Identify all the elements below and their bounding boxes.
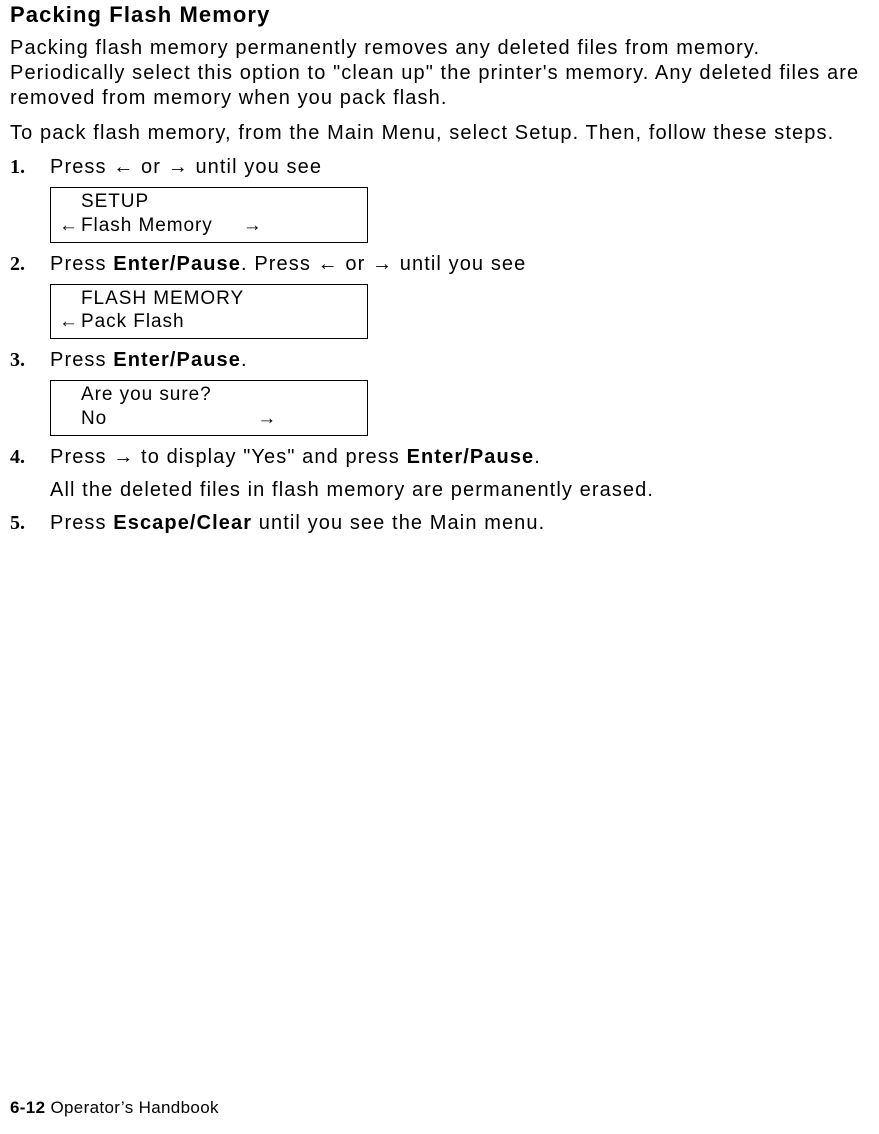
page: Packing Flash Memory Packing flash memor… xyxy=(0,2,879,1134)
left-arrow-icon: ← xyxy=(59,310,81,334)
intro-paragraph-1: Packing flash memory permanently removes… xyxy=(10,36,869,111)
right-arrow-icon: → xyxy=(113,446,134,468)
step-5-text-post: until you see the Main menu. xyxy=(252,512,545,534)
step-1-text-post: until you see xyxy=(189,156,322,178)
right-arrow-icon: → xyxy=(243,214,263,238)
lcd1-line2: Flash Memory xyxy=(81,214,213,238)
lcd-display-1: SETUP ← Flash Memory → xyxy=(50,187,368,243)
lcd2-line1: FLASH MEMORY xyxy=(81,287,244,311)
step-1-text-mid: or xyxy=(134,156,167,178)
lcd3-line2: No xyxy=(81,407,107,431)
page-footer: 6-12 Operator’s Handbook xyxy=(10,1098,219,1118)
right-arrow-icon: → xyxy=(168,156,189,178)
step-3: Press Enter/Pause. Are you sure? No → xyxy=(10,349,869,436)
enter-pause-key: Enter/Pause xyxy=(113,253,241,275)
lcd-display-3: Are you sure? No → xyxy=(50,380,368,436)
left-arrow-icon: ← xyxy=(59,214,81,238)
lcd1-line1: SETUP xyxy=(81,190,149,214)
section-title: Packing Flash Memory xyxy=(10,2,869,28)
page-number: 6-12 xyxy=(10,1098,45,1117)
step-5: Press Escape/Clear until you see the Mai… xyxy=(10,512,869,535)
intro-paragraph-2: To pack flash memory, from the Main Menu… xyxy=(10,121,869,146)
step-1: Press ← or → until you see SETUP ← Flash… xyxy=(10,156,869,243)
step-2-text-pre: Press xyxy=(50,253,113,275)
escape-clear-key: Escape/Clear xyxy=(113,512,252,534)
book-title: Operator’s Handbook xyxy=(45,1098,218,1117)
step-2-text-mid: or xyxy=(339,253,372,275)
left-arrow-icon: ← xyxy=(113,156,134,178)
lcd2-line2: Pack Flash xyxy=(81,310,184,334)
step-5-text-pre: Press xyxy=(50,512,113,534)
left-arrow-icon: ← xyxy=(318,253,339,275)
step-2-text-post: until you see xyxy=(393,253,526,275)
lcd-display-2: FLASH MEMORY ← Pack Flash xyxy=(50,284,368,340)
step-4-text-mid: to display "Yes" and press xyxy=(134,446,406,468)
lcd3-line1: Are you sure? xyxy=(81,383,212,407)
enter-pause-key: Enter/Pause xyxy=(407,446,535,468)
step-4-text-pre: Press xyxy=(50,446,113,468)
right-arrow-icon: → xyxy=(257,407,277,431)
step-2: Press Enter/Pause. Press ← or → until yo… xyxy=(10,253,869,340)
step-4: Press → to display "Yes" and press Enter… xyxy=(10,446,869,502)
step-2-after-enter: . Press xyxy=(241,253,318,275)
step-3-text-post: . xyxy=(241,349,248,371)
step-3-text-pre: Press xyxy=(50,349,113,371)
step-1-text-pre: Press xyxy=(50,156,113,178)
step-4-text-post: . xyxy=(534,446,541,468)
enter-pause-key: Enter/Pause xyxy=(113,349,241,371)
steps-list: Press ← or → until you see SETUP ← Flash… xyxy=(10,156,869,535)
step-4-substep: All the deleted files in flash memory ar… xyxy=(50,479,869,502)
right-arrow-icon: → xyxy=(372,253,393,275)
